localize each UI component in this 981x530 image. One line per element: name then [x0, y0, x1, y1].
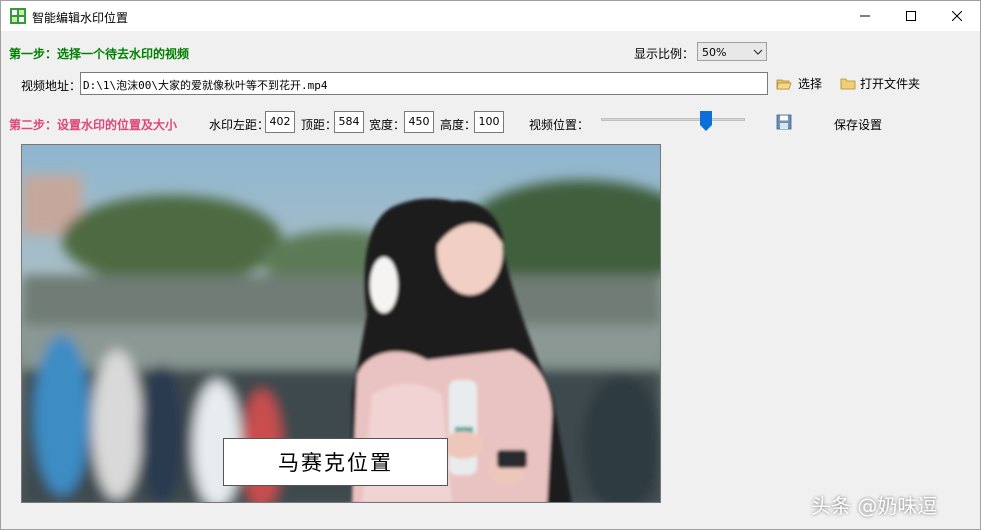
width-label: 宽度： [369, 118, 406, 132]
save-icon-button[interactable] [776, 114, 792, 133]
watermark-text: 头条 @奶味逗 [811, 494, 938, 518]
left-label: 水印左距： [209, 118, 270, 132]
open-folder-button[interactable]: 打开文件夹 [840, 75, 920, 92]
height-label: 高度： [440, 118, 477, 132]
save-settings-button[interactable]: 保存设置 [834, 116, 882, 133]
step2-label: 第二步：设置水印的位置及大小 [9, 118, 178, 132]
video-position-slider[interactable] [601, 118, 745, 121]
zoom-select[interactable]: 50% [697, 42, 767, 61]
title-bar: 智能编辑水印位置 [1, 1, 980, 31]
open-folder-label: 打开文件夹 [860, 77, 921, 91]
app-icon [10, 8, 26, 24]
top-input[interactable]: 584 [334, 111, 364, 133]
path-label: 视频地址： [21, 79, 82, 93]
top-label: 顶距： [301, 118, 338, 132]
window-title: 智能编辑水印位置 [32, 11, 129, 25]
minimize-button[interactable] [842, 1, 888, 31]
step1-label: 第一步：选择一个待去水印的视频 [9, 47, 190, 61]
maximize-button[interactable] [888, 1, 934, 31]
height-input[interactable]: 100 [474, 111, 504, 133]
chevron-down-icon [753, 49, 763, 55]
folder-icon [840, 78, 856, 89]
video-pos-label: 视频位置： [529, 118, 590, 132]
zoom-value: 50% [702, 46, 727, 59]
close-button[interactable] [934, 1, 980, 31]
folder-open-icon [776, 79, 792, 89]
select-file-button[interactable]: 选择 [776, 75, 822, 92]
slider-thumb[interactable] [700, 111, 713, 131]
mosaic-position-label: 马赛克位置 [278, 451, 393, 475]
video-path-input[interactable]: D:\1\泡沫00\大家的爱就像秋叶等不到花开.mp4 [80, 72, 768, 95]
zoom-label: 显示比例： [634, 47, 695, 61]
maximize-icon [906, 11, 916, 21]
mosaic-position-box[interactable]: 马赛克位置 [223, 438, 448, 486]
app-window: 智能编辑水印位置 第一步：选择一个待去水印的视频 显示比例： 50% 视频地址：… [0, 0, 981, 530]
minimize-icon [860, 15, 870, 17]
save-icon [776, 114, 792, 130]
select-file-label: 选择 [798, 77, 823, 91]
close-icon [952, 11, 962, 21]
left-input[interactable]: 402 [265, 111, 295, 133]
width-input[interactable]: 450 [404, 111, 434, 133]
